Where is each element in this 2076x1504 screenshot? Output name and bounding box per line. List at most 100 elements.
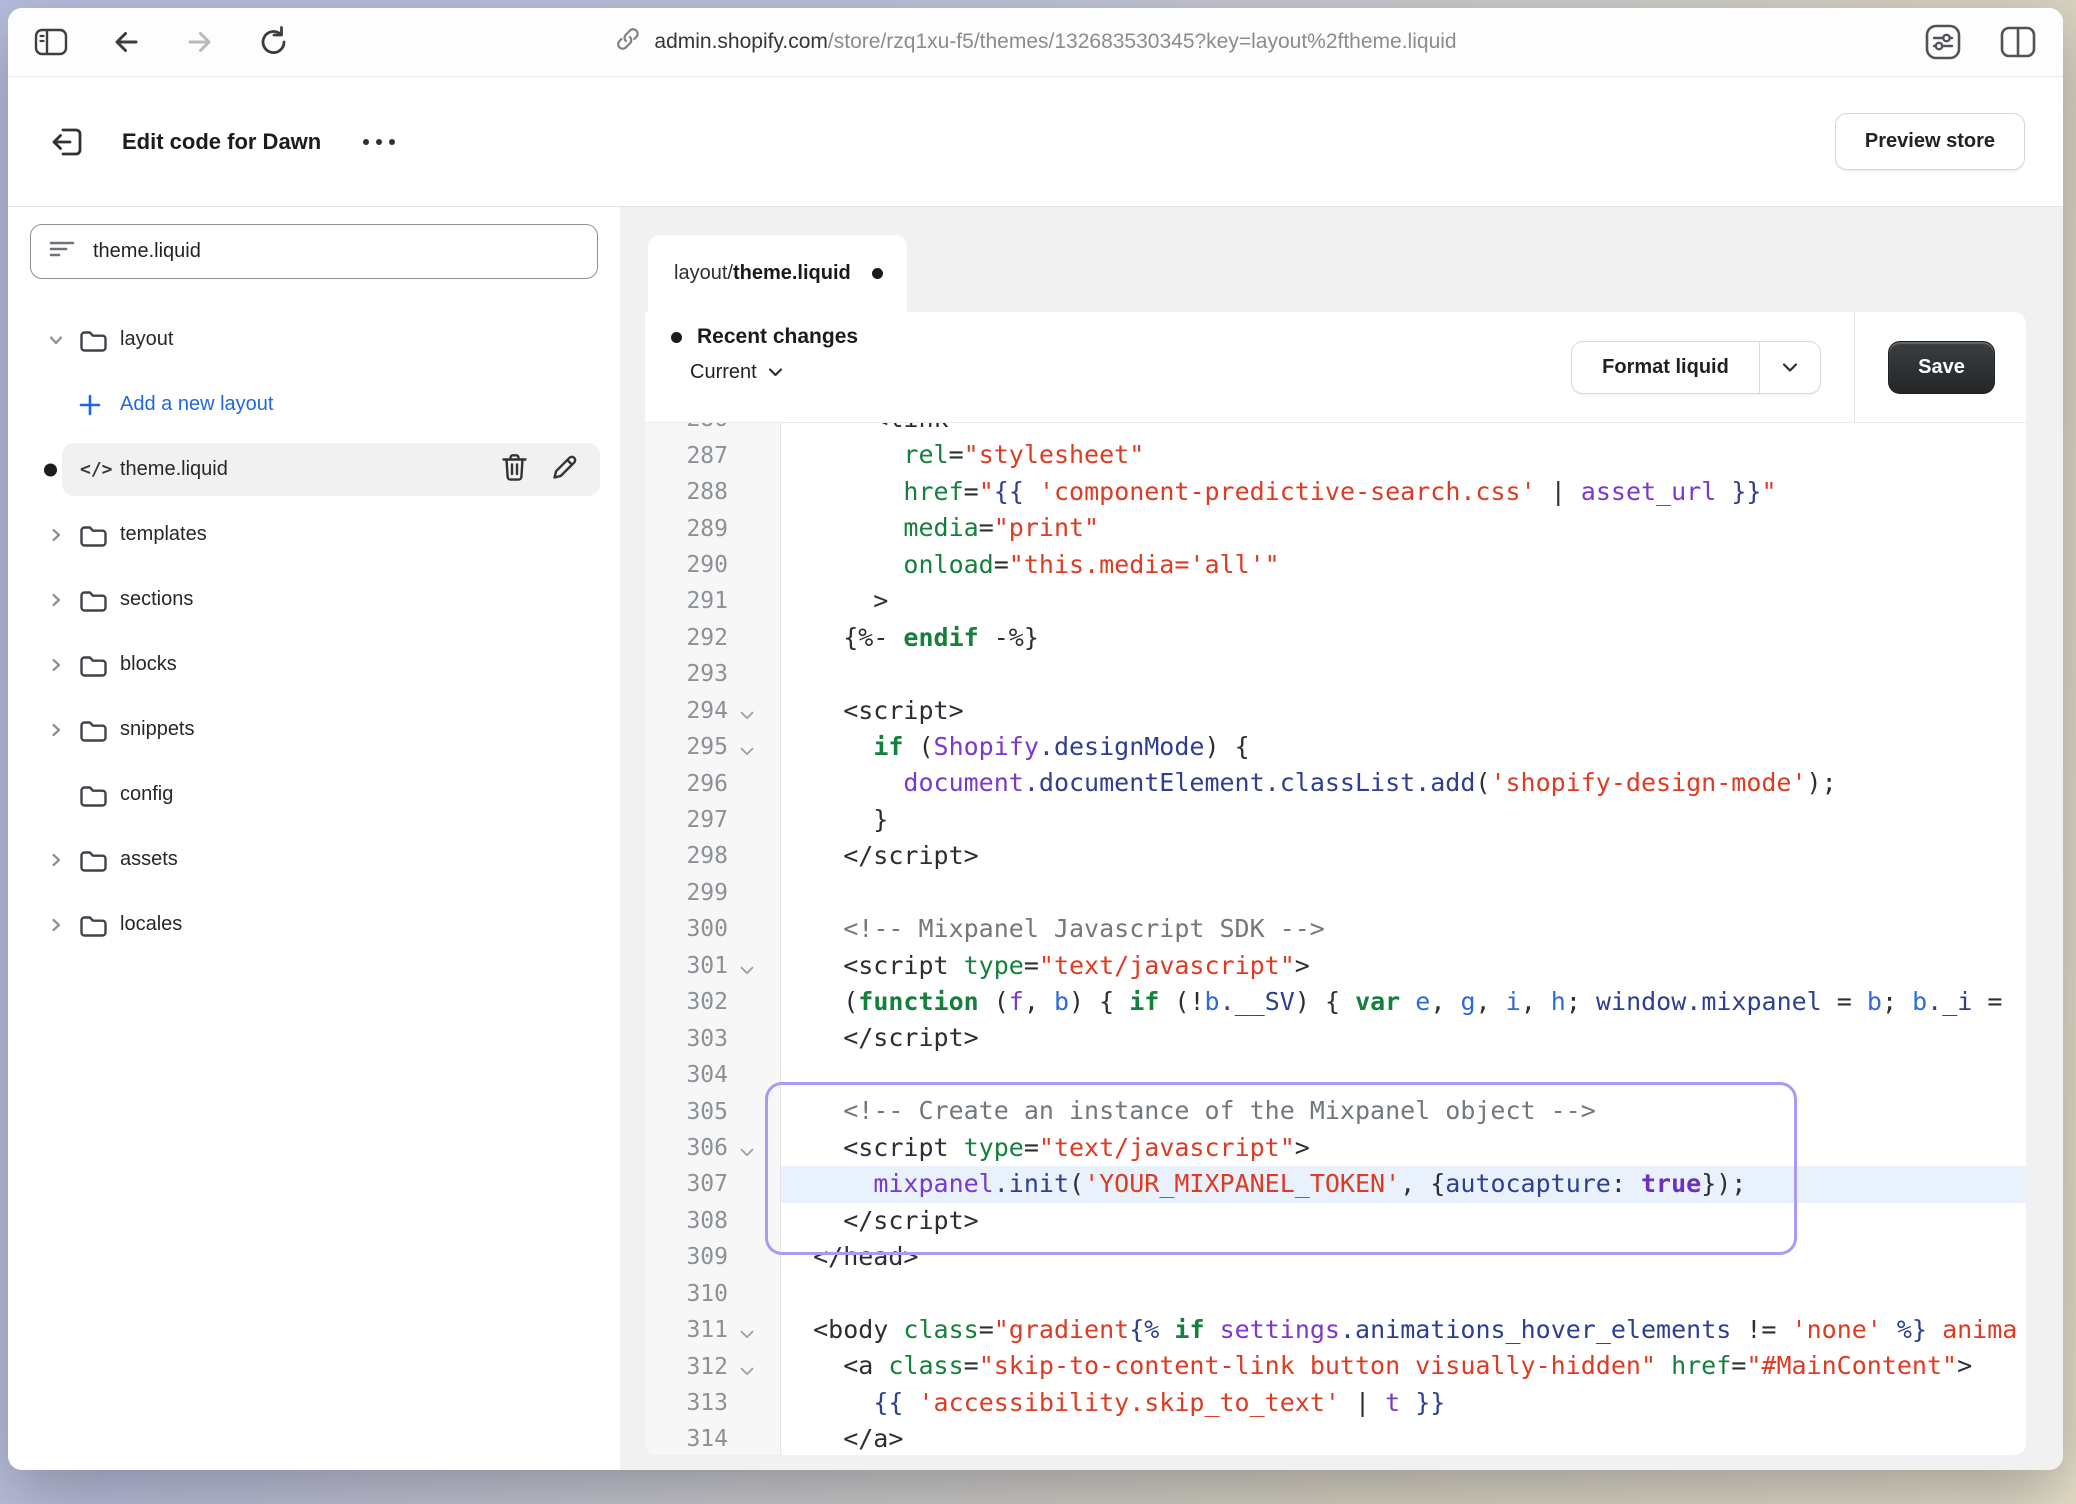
- sidebar-item-sections[interactable]: sections: [8, 567, 620, 632]
- fold-toggle-icon[interactable]: [740, 700, 754, 726]
- save-button[interactable]: Save: [1888, 341, 1995, 394]
- code-line-303[interactable]: </script>: [781, 1020, 2026, 1056]
- code-line-312[interactable]: <a class="skip-to-content-link button vi…: [781, 1348, 2026, 1384]
- line-number-308: 308: [645, 1203, 780, 1239]
- code-line-313[interactable]: {{ 'accessibility.skip_to_text' | t }}: [781, 1385, 2026, 1421]
- exit-editor-icon[interactable]: [48, 122, 88, 162]
- back-icon[interactable]: [110, 26, 142, 58]
- modified-dot: [44, 463, 57, 476]
- chevron-right-icon[interactable]: [48, 722, 78, 738]
- sidebar-item-snippets[interactable]: snippets: [8, 697, 620, 762]
- line-number-312: 312: [645, 1348, 780, 1384]
- sidebar-item-theme-liquid[interactable]: </>theme.liquid: [8, 437, 620, 502]
- code-line-307[interactable]: mixpanel.init('YOUR_MIXPANEL_TOKEN', {au…: [781, 1166, 2026, 1202]
- code-line-300[interactable]: <!-- Mixpanel Javascript SDK -->: [781, 911, 2026, 947]
- code-line-293[interactable]: [781, 656, 2026, 692]
- file-search[interactable]: [30, 224, 598, 279]
- code-line-314[interactable]: </a>: [781, 1421, 2026, 1455]
- sidebar-item-blocks[interactable]: blocks: [8, 632, 620, 697]
- code-line-297[interactable]: }: [781, 802, 2026, 838]
- version-dropdown[interactable]: Current: [690, 361, 858, 384]
- format-liquid-button[interactable]: Format liquid: [1571, 341, 1821, 394]
- line-number-289: 289: [645, 510, 780, 546]
- address-bar[interactable]: admin.shopify.com/store/rzq1xu-f5/themes…: [614, 8, 1456, 76]
- code-line-294[interactable]: <script>: [781, 693, 2026, 729]
- code-line-288[interactable]: href="{{ 'component-predictive-search.cs…: [781, 474, 2026, 510]
- code-line-298[interactable]: </script>: [781, 838, 2026, 874]
- code-line-295[interactable]: if (Shopify.designMode) {: [781, 729, 2026, 765]
- line-number-307: 307: [645, 1166, 780, 1202]
- file-label: theme.liquid: [120, 458, 228, 481]
- app-header: Edit code for Dawn Preview store: [8, 77, 2063, 207]
- rename-file-icon[interactable]: [549, 452, 580, 488]
- reload-icon[interactable]: [258, 25, 290, 59]
- fold-toggle-icon[interactable]: [740, 1319, 754, 1345]
- split-view-icon[interactable]: [1999, 25, 2037, 59]
- line-number-293: 293: [645, 656, 780, 692]
- code-line-308[interactable]: </script>: [781, 1203, 2026, 1239]
- folder-icon: [78, 717, 120, 743]
- line-number-286: 286: [645, 423, 780, 437]
- folder-label: assets: [120, 848, 178, 871]
- fold-toggle-icon[interactable]: [740, 736, 754, 762]
- more-actions-icon[interactable]: [363, 139, 395, 145]
- line-number-305: 305: [645, 1093, 780, 1129]
- code-line-302[interactable]: (function (f, b) { if (!b.__SV) { var e,…: [781, 984, 2026, 1020]
- chevron-right-icon[interactable]: [48, 852, 78, 868]
- code-lines: <link rel="stylesheet" href="{{ 'compone…: [781, 423, 2026, 1455]
- sidebar-item-assets[interactable]: assets: [8, 827, 620, 892]
- chevron-right-icon[interactable]: [48, 527, 78, 543]
- code-line-299[interactable]: [781, 875, 2026, 911]
- folder-icon: [78, 587, 120, 613]
- line-number-303: 303: [645, 1020, 780, 1056]
- sidebar-item-locales[interactable]: locales: [8, 892, 620, 957]
- chevron-right-icon[interactable]: [48, 657, 78, 673]
- code-line-310[interactable]: [781, 1276, 2026, 1312]
- changes-dot: [671, 332, 682, 343]
- fold-toggle-icon[interactable]: [740, 955, 754, 981]
- code-line-306[interactable]: <script type="text/javascript">: [781, 1130, 2026, 1166]
- code-line-304[interactable]: [781, 1057, 2026, 1093]
- line-number-300: 300: [645, 911, 780, 947]
- code-line-311[interactable]: <body class="gradient{% if settings.anim…: [781, 1312, 2026, 1348]
- line-number-291: 291: [645, 583, 780, 619]
- recent-changes-label: Recent changes: [697, 325, 858, 349]
- chevron-down-icon[interactable]: [48, 332, 78, 348]
- code-editor[interactable]: 2862872882892902912922932942952962972982…: [645, 423, 2026, 1455]
- sidebar-toggle-icon[interactable]: [34, 27, 68, 57]
- chevron-right-icon[interactable]: [48, 592, 78, 608]
- line-number-298: 298: [645, 838, 780, 874]
- chevron-right-icon[interactable]: [48, 917, 78, 933]
- code-line-289[interactable]: media="print": [781, 510, 2026, 546]
- folder-icon: [78, 782, 120, 808]
- line-number-290: 290: [645, 547, 780, 583]
- extensions-icon[interactable]: [1923, 22, 1963, 62]
- code-line-286[interactable]: <link: [781, 423, 2026, 437]
- code-line-301[interactable]: <script type="text/javascript">: [781, 948, 2026, 984]
- code-line-291[interactable]: >: [781, 583, 2026, 619]
- fold-toggle-icon[interactable]: [740, 1356, 754, 1382]
- line-number-314: 314: [645, 1421, 780, 1455]
- code-line-292[interactable]: {%- endif -%}: [781, 620, 2026, 656]
- code-line-296[interactable]: document.documentElement.classList.add('…: [781, 765, 2026, 801]
- tab-theme-liquid[interactable]: layout/theme.liquid: [648, 235, 907, 312]
- preview-store-button[interactable]: Preview store: [1835, 113, 2025, 170]
- format-options-chevron[interactable]: [1759, 342, 1820, 393]
- delete-file-icon[interactable]: [500, 452, 529, 488]
- sidebar-item-templates[interactable]: templates: [8, 502, 620, 567]
- code-line-305[interactable]: <!-- Create an instance of the Mixpanel …: [781, 1093, 2026, 1129]
- chevron-down-icon: [768, 364, 783, 382]
- forward-icon[interactable]: [184, 26, 216, 58]
- search-input[interactable]: [91, 239, 579, 264]
- code-line-309[interactable]: </head>: [781, 1239, 2026, 1275]
- code-pane[interactable]: <link rel="stylesheet" href="{{ 'compone…: [781, 423, 2026, 1455]
- sidebar-item-layout[interactable]: layout: [8, 307, 620, 372]
- code-line-290[interactable]: onload="this.media='all'": [781, 547, 2026, 583]
- browser-window: admin.shopify.com/store/rzq1xu-f5/themes…: [8, 8, 2063, 1470]
- sidebar-item-config[interactable]: config: [8, 762, 620, 827]
- gutter-lines: 2862872882892902912922932942952962972982…: [645, 423, 780, 1455]
- fold-toggle-icon[interactable]: [740, 1137, 754, 1163]
- url-host: admin.shopify.com: [654, 30, 828, 53]
- add-new-layout-link[interactable]: Add a new layout: [8, 372, 620, 437]
- code-line-287[interactable]: rel="stylesheet": [781, 437, 2026, 473]
